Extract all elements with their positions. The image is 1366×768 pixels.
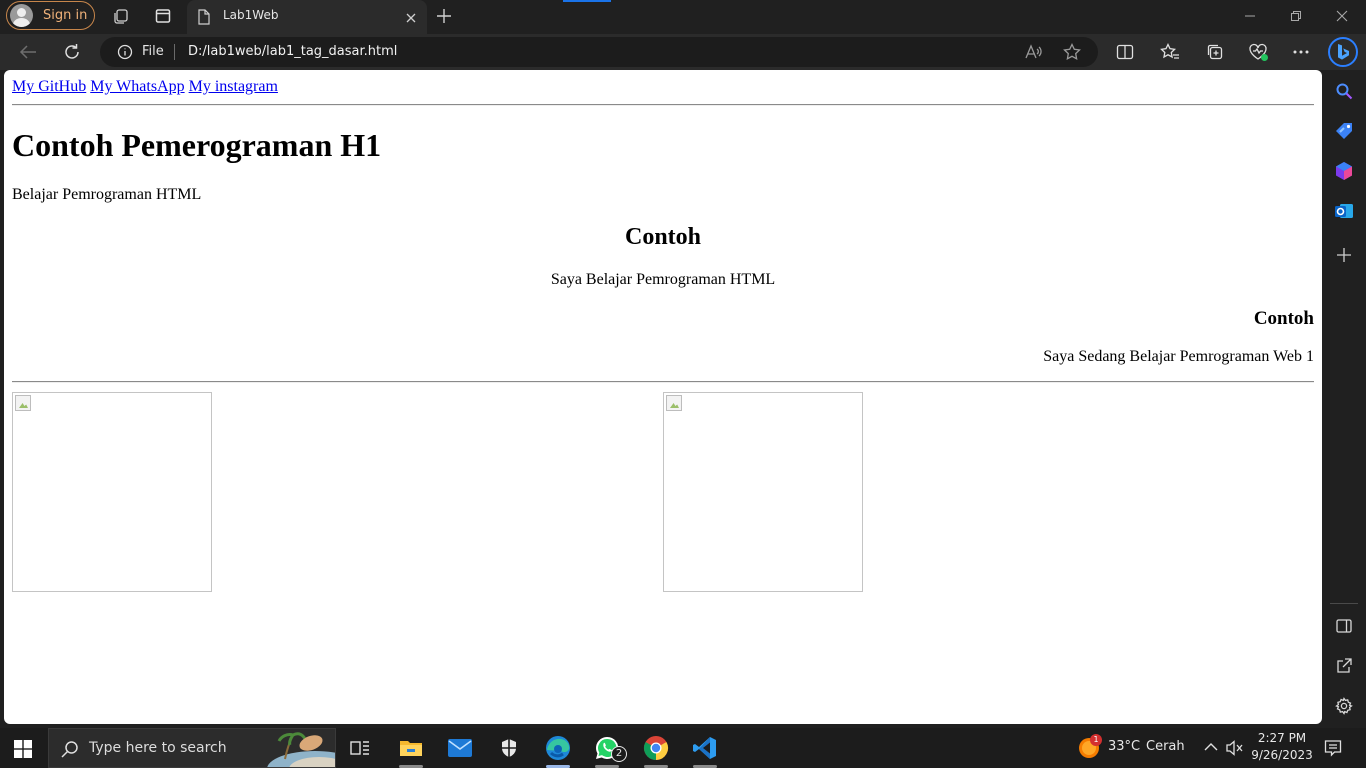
copilot-icon[interactable] [1328,37,1358,67]
volume-muted-icon[interactable] [1226,740,1244,756]
windows-taskbar: Type here to search 2 1 33°C Cerah 2:27 … [0,728,1366,768]
sidebar-divider [1330,603,1358,604]
browser-essentials-icon[interactable] [1246,40,1270,64]
clock-date[interactable]: 9/26/2023 [1251,748,1313,762]
weather-badge: 1 [1090,734,1102,746]
show-hidden-icons-chevron-up-icon[interactable] [1204,742,1218,752]
weather-condition[interactable]: Cerah [1146,739,1185,754]
link-github[interactable]: My GitHub [12,78,86,95]
broken-image-2 [663,392,863,592]
notifications-icon[interactable] [1324,739,1342,757]
broken-image-icon [15,395,31,411]
tab-actions-icon[interactable] [151,4,175,28]
tab-title: Lab1Web [223,8,279,22]
edge-browser-icon[interactable] [538,732,578,768]
broken-image-icon [666,395,682,411]
tab-strip-accent-line [563,0,611,2]
read-aloud-icon[interactable] [1024,43,1042,61]
vscode-icon[interactable] [685,732,725,768]
browser-title-bar: Sign in Lab1Web [0,0,1366,34]
horizontal-rule [12,104,1314,106]
favorites-icon[interactable] [1158,40,1182,64]
clock-time[interactable]: 2:27 PM [1255,731,1309,745]
task-view-icon[interactable] [340,732,380,764]
windows-security-icon[interactable] [489,732,529,764]
close-window-icon[interactable] [1330,4,1354,28]
settings-more-icon[interactable] [1289,40,1313,64]
open-external-icon[interactable] [1332,654,1356,678]
tab-lab1web[interactable]: Lab1Web [187,0,427,34]
tools-icon[interactable] [1332,159,1356,183]
intro-paragraph: Belajar Pemrograman HTML [12,186,202,203]
favorite-star-icon[interactable] [1063,43,1081,61]
sign-in-label: Sign in [43,8,88,23]
page-heading-h1: Contoh Pemerograman H1 [12,127,382,163]
hide-sidebar-icon[interactable] [1332,614,1356,638]
file-explorer-icon[interactable] [391,732,431,768]
search-icon[interactable] [1332,79,1356,103]
add-sidebar-app-icon[interactable] [1332,243,1356,267]
link-instagram[interactable]: My instagram [189,78,278,95]
outlook-icon[interactable] [1332,199,1356,223]
sign-in-button[interactable]: Sign in [6,1,95,30]
shopping-tag-icon[interactable] [1332,119,1356,143]
address-bar[interactable]: File D:/lab1web/lab1_tag_dasar.html [100,37,1098,67]
mail-icon[interactable] [440,732,480,764]
profile-avatar-icon [10,4,33,27]
page-icon [197,9,211,25]
taskbar-search-box[interactable]: Type here to search [48,728,336,768]
url-text[interactable]: D:/lab1web/lab1_tag_dasar.html [188,44,397,59]
close-tab-icon[interactable] [399,6,423,30]
site-info-icon[interactable] [117,44,133,60]
horizontal-rule [12,381,1314,383]
weather-sun-icon[interactable]: 1 [1078,734,1102,759]
broken-image-1 [12,392,212,592]
refresh-icon[interactable] [60,40,84,64]
right-heading: Contoh [1253,308,1314,329]
page-nav-links: My GitHub My WhatsApp My instagram [12,78,282,96]
chrome-icon[interactable] [636,732,676,768]
new-tab-icon[interactable] [432,4,456,28]
minimize-icon[interactable] [1238,4,1262,28]
center-heading: Contoh [624,224,702,250]
search-icon [61,740,79,758]
whatsapp-icon[interactable]: 2 [587,732,627,768]
workspaces-icon[interactable] [109,4,133,28]
right-paragraph: Saya Sedang Belajar Pemrograman Web 1 [1043,348,1314,365]
collections-icon[interactable] [1203,40,1227,64]
whatsapp-badge: 2 [611,746,627,762]
weather-temperature[interactable]: 33°C [1108,739,1140,754]
back-icon[interactable] [16,40,40,64]
scheme-label: File [142,44,164,59]
address-divider [174,44,175,60]
search-highlight-illustration-icon [263,729,335,767]
web-page-viewport: My GitHub My WhatsApp My instagram Contoh … [4,70,1322,724]
sidebar-settings-gear-icon[interactable] [1332,694,1356,718]
windows-start-icon[interactable] [14,740,32,758]
link-whatsapp[interactable]: My WhatsApp [90,78,184,95]
restore-icon[interactable] [1284,4,1308,28]
search-placeholder: Type here to search [89,740,227,756]
split-screen-icon[interactable] [1113,40,1137,64]
browser-toolbar: File D:/lab1web/lab1_tag_dasar.html [0,34,1366,70]
edge-sidebar [1322,70,1366,724]
center-paragraph: Saya Belajar Pemrograman HTML [550,271,776,288]
